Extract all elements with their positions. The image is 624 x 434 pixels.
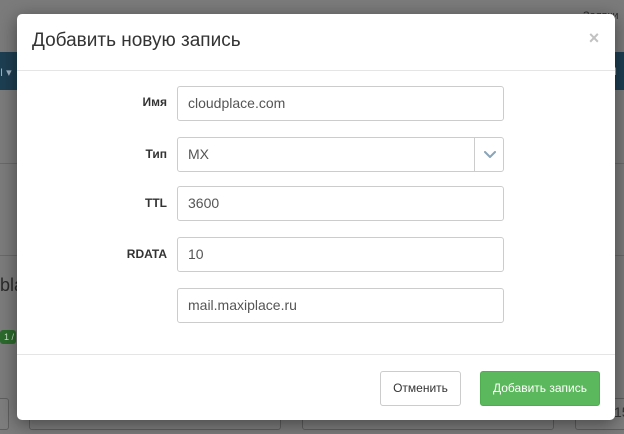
background-badge: 1 / — [0, 330, 16, 344]
close-button[interactable]: × — [583, 26, 605, 50]
ttl-value: 3600 — [188, 195, 220, 211]
chevron-down-icon — [483, 150, 496, 158]
cancel-button[interactable]: Отменить — [380, 371, 461, 406]
type-select-toggle[interactable] — [474, 138, 503, 171]
modal-header: Добавить новую запись × — [17, 14, 615, 71]
modal-footer: Отменить Добавить запись — [17, 354, 615, 420]
rdata-priority-input[interactable]: 10 — [177, 237, 504, 272]
rdata-label: RDATA — [126, 247, 167, 261]
background-nav-item: I ▾ — [0, 67, 12, 79]
name-input[interactable]: cloudplace.com — [177, 86, 504, 121]
name-label: Имя — [142, 95, 167, 109]
rdata-target-value: mail.maxiplace.ru — [188, 297, 297, 313]
name-value: cloudplace.com — [188, 95, 286, 111]
type-select[interactable]: MX — [177, 137, 504, 172]
add-record-button[interactable]: Добавить запись — [480, 371, 600, 406]
rdata-target-input[interactable]: mail.maxiplace.ru — [177, 288, 504, 323]
modal-title: Добавить новую запись — [32, 30, 241, 51]
type-label: Тип — [145, 147, 168, 161]
background-number: 15 — [614, 404, 624, 420]
ttl-input[interactable]: 3600 — [177, 186, 504, 221]
background-input — [0, 398, 9, 430]
type-value: MX — [188, 146, 209, 162]
close-icon: × — [588, 28, 600, 48]
add-record-modal: Добавить новую запись × Имя cloudplace.c… — [17, 14, 615, 420]
ttl-label: TTL — [145, 196, 167, 210]
rdata-priority-value: 10 — [188, 246, 204, 262]
